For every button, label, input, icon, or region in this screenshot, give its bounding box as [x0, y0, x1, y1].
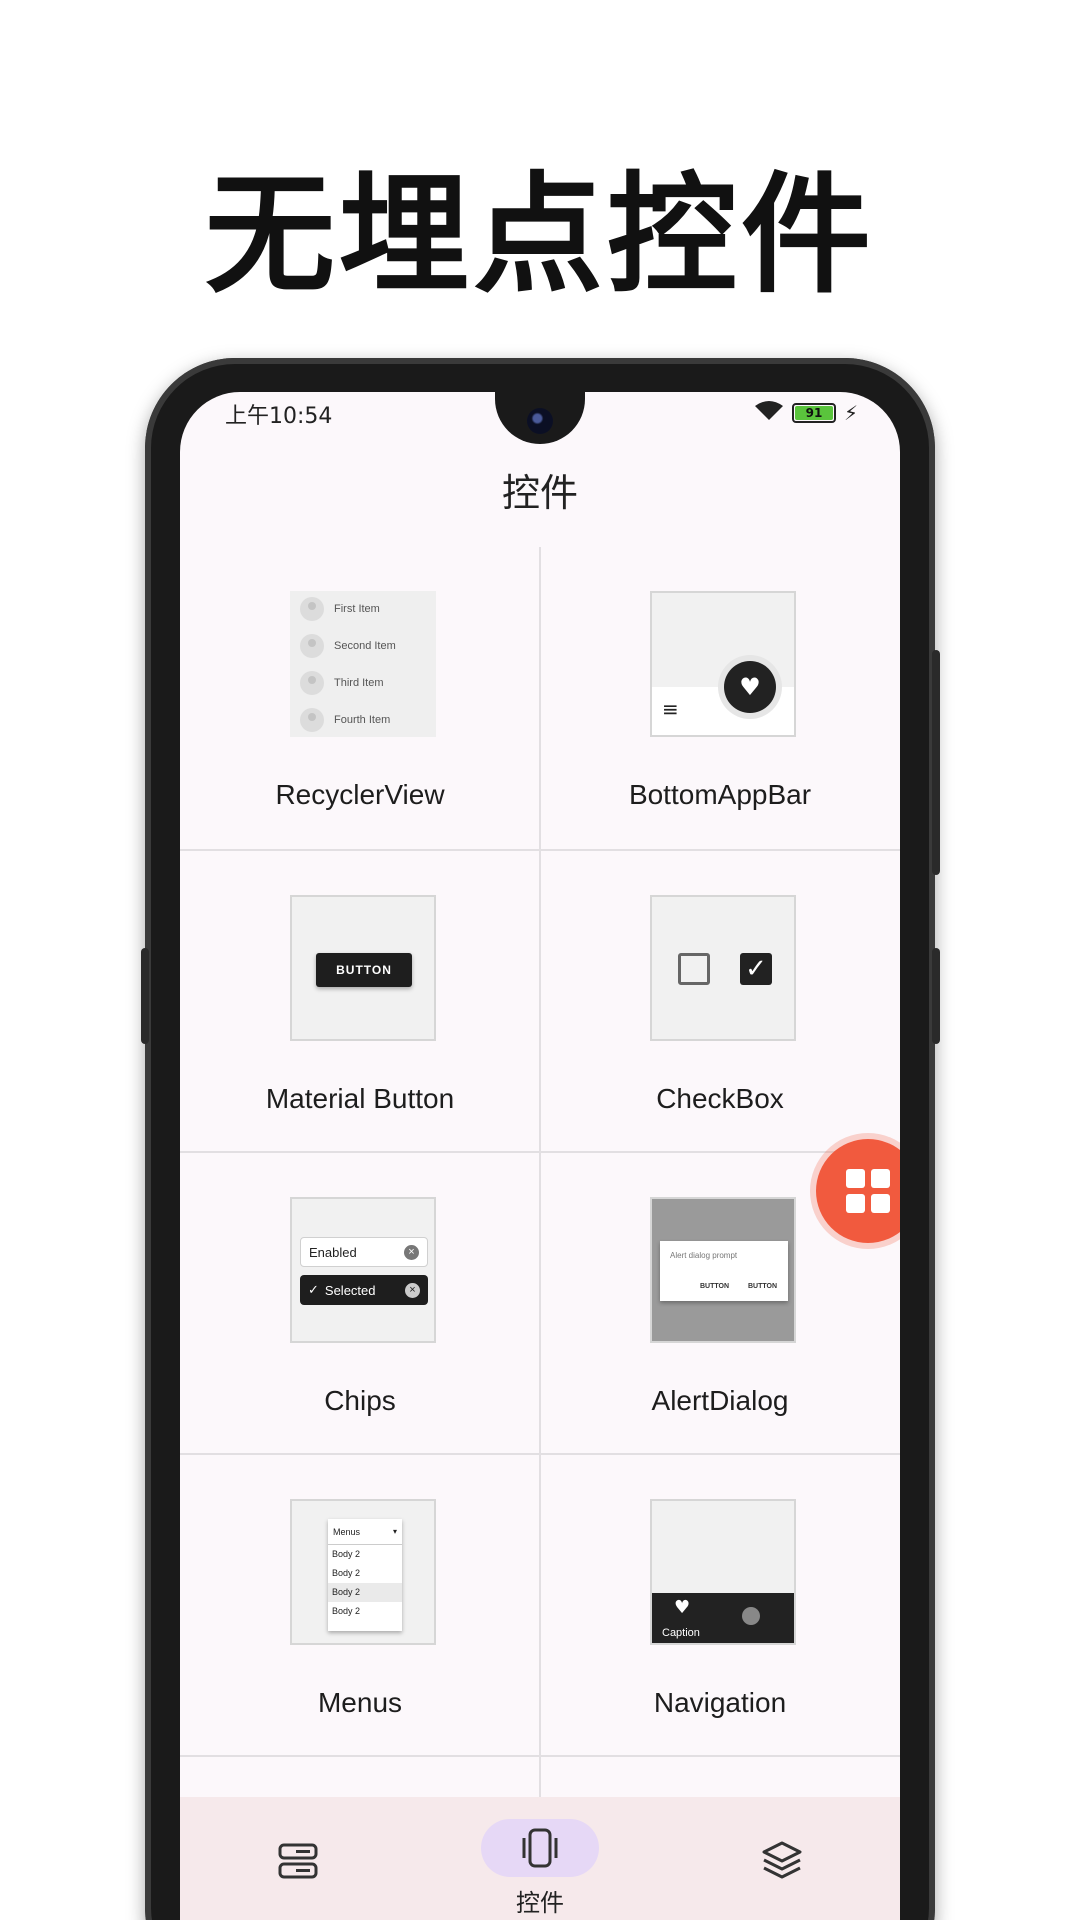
list-item: Second Item — [300, 634, 396, 658]
widget-label: Navigation — [653, 1687, 787, 1718]
list-item: Third Item — [300, 671, 384, 695]
list-icon — [278, 1843, 318, 1879]
widget-card-bottomappbar[interactable]: ≡ ♥ BottomAppBar — [540, 547, 900, 849]
dialog-button: BUTTON — [748, 1283, 778, 1290]
bottom-navigation: 控件 — [180, 1797, 900, 1920]
menu-icon: ≡ — [662, 697, 679, 721]
layers-icon — [762, 1841, 802, 1879]
heart-icon: ♥ — [724, 661, 776, 713]
bottom-nav-item-list[interactable] — [238, 1839, 358, 1887]
account-icon — [742, 1607, 760, 1625]
nav-caption: Caption — [662, 1627, 700, 1639]
widget-card-chips[interactable]: Enabled × ✓ Selected × Chips — [180, 1153, 540, 1455]
checkbox-checked-icon: ✓ — [740, 953, 772, 985]
side-button-left — [141, 948, 149, 1044]
chip-label: Selected — [324, 1282, 376, 1298]
close-icon: × — [404, 1244, 419, 1260]
widget-label: RecyclerView — [275, 779, 445, 810]
widget-card-material-button[interactable]: BUTTON Material Button — [180, 851, 540, 1153]
widget-label: Chips — [324, 1385, 396, 1416]
material-button-preview: BUTTON — [290, 895, 436, 1041]
dialog-box: Alert dialog prompt BUTTON BUTTON — [660, 1241, 788, 1301]
list-item-text: Third Item — [334, 677, 384, 689]
list-item-text: First Item — [334, 603, 380, 615]
camera-icon — [527, 408, 553, 434]
close-icon: × — [405, 1282, 420, 1298]
widget-card-recyclerview[interactable]: First Item Second Item Third Item Fourth… — [180, 547, 540, 849]
navigation-preview: ♥ Caption — [650, 1499, 796, 1645]
menu-item: Body 2 — [332, 1549, 361, 1559]
list-item: First Item — [300, 597, 380, 621]
status-icons: 91 ⚡ — [754, 400, 858, 426]
menu-item: Body 2 — [332, 1606, 361, 1616]
avatar-icon — [300, 597, 324, 621]
widget-label: CheckBox — [656, 1083, 784, 1114]
page-title: 控件 — [501, 471, 578, 515]
status-time: 上午10:54 — [225, 404, 333, 429]
bottom-nav-item-layers[interactable] — [722, 1839, 842, 1887]
chevron-down-icon: ▾ — [392, 1527, 397, 1536]
menu-header: Menus ▾ — [328, 1519, 402, 1545]
menu-header-label: Menus — [333, 1526, 361, 1537]
alertdialog-preview: Alert dialog prompt BUTTON BUTTON — [650, 1197, 796, 1343]
charging-icon: ⚡ — [843, 401, 858, 425]
checkbox-preview: ✓ — [650, 895, 796, 1041]
volume-button — [932, 948, 940, 1044]
grid-icon — [846, 1169, 890, 1213]
menu-item: Body 2 — [328, 1583, 402, 1602]
avatar-icon — [300, 634, 324, 658]
avatar-icon — [300, 708, 324, 732]
list-item-text: Second Item — [334, 640, 396, 652]
menus-preview: Menus ▾ Body 2 Body 2 Body 2 Body 2 — [290, 1499, 436, 1645]
list-item-text: Fourth Item — [334, 714, 391, 726]
menu-popup: Menus ▾ Body 2 Body 2 Body 2 Body 2 — [328, 1519, 402, 1631]
widget-label: BottomAppBar — [628, 779, 812, 810]
app-screen: 上午10:54 91 ⚡ 控件 First Item Second Item T… — [180, 392, 900, 1920]
wifi-icon — [754, 400, 784, 426]
list-item: Fourth Item — [300, 708, 390, 732]
battery-icon: 91 — [791, 403, 836, 423]
sample-button: BUTTON — [316, 953, 412, 987]
checkbox-unchecked-icon — [678, 953, 710, 985]
recyclerview-preview: First Item Second Item Third Item Fourth… — [290, 591, 436, 737]
widget-label: AlertDialog — [651, 1385, 789, 1416]
widget-label: Material Button — [265, 1083, 455, 1114]
widget-label: Menus — [317, 1687, 403, 1718]
phone-icon — [522, 1828, 558, 1868]
bottomappbar-preview: ≡ ♥ — [650, 591, 796, 737]
dialog-prompt: Alert dialog prompt — [670, 1251, 738, 1260]
chip-selected: ✓ Selected × — [300, 1275, 428, 1305]
navigation-bar: ♥ Caption — [652, 1593, 794, 1643]
bottom-nav-label: 控件 — [516, 1889, 564, 1917]
bottom-nav-item-widgets[interactable]: 控件 — [480, 1819, 600, 1918]
widget-card-menus[interactable]: Menus ▾ Body 2 Body 2 Body 2 Body 2 Menu… — [180, 1455, 540, 1757]
promo-headline: 无埋点控件 — [204, 159, 875, 311]
camera-notch — [495, 392, 585, 444]
chips-preview: Enabled × ✓ Selected × — [290, 1197, 436, 1343]
widget-card-checkbox[interactable]: ✓ CheckBox — [540, 851, 900, 1153]
widget-card-navigation[interactable]: ♥ Caption Navigation — [540, 1455, 900, 1757]
active-pill — [481, 1819, 599, 1877]
power-button — [932, 650, 940, 875]
battery-level: 91 — [794, 406, 833, 420]
check-icon: ✓ — [308, 1282, 319, 1297]
avatar-icon — [300, 671, 324, 695]
chip-label: Enabled — [309, 1244, 357, 1260]
chip-enabled: Enabled × — [300, 1237, 428, 1267]
menu-item: Body 2 — [332, 1568, 361, 1578]
heart-icon: ♥ — [674, 1597, 691, 1618]
dialog-button: BUTTON — [700, 1283, 730, 1290]
